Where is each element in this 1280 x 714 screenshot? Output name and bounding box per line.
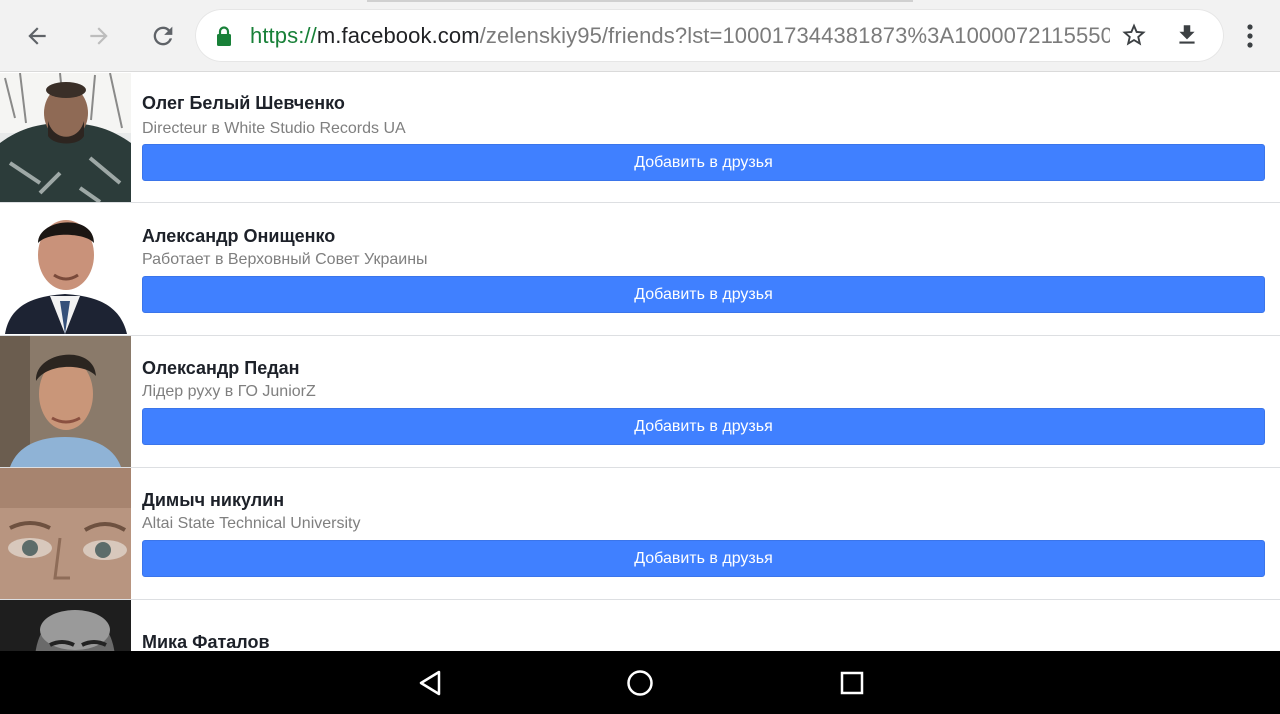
circle-home-icon (627, 670, 653, 696)
friends-list: Олег Белый Шевченко Directeur в White St… (0, 73, 1280, 651)
reload-icon (153, 26, 173, 46)
friend-name[interactable]: Мика Фаталов (142, 632, 270, 651)
friend-subtitle: Altai State Technical University (142, 515, 361, 532)
friend-subtitle: Directeur в White Studio Records UA (142, 120, 406, 137)
triangle-back-icon (419, 670, 441, 696)
friend-name[interactable]: Олександр Педан (142, 358, 300, 379)
lock-icon (217, 26, 231, 46)
list-item: Александр Онищенко Работает в Верховный … (0, 203, 1280, 336)
add-friend-button[interactable]: Добавить в друзья (142, 540, 1265, 577)
browser-toolbar: https://m.facebook.com/zelenskiy95/frien… (0, 0, 1280, 72)
friend-subtitle: Работает в Верховный Совет Украины (142, 251, 428, 268)
add-friend-button[interactable]: Добавить в друзья (142, 408, 1265, 445)
system-navigation-bar (0, 651, 1280, 714)
list-item: Димыч никулин Altai State Technical Univ… (0, 468, 1280, 600)
friend-name[interactable]: Олег Белый Шевченко (142, 93, 345, 114)
reload-button[interactable] (139, 12, 187, 60)
list-item: Олександр Педан Лідер руху в ГО JuniorZ … (0, 336, 1280, 468)
square-recents-icon (840, 671, 864, 695)
address-bar[interactable]: https://m.facebook.com/zelenskiy95/frien… (195, 9, 1224, 62)
avatar[interactable] (0, 468, 131, 599)
star-icon (1122, 23, 1146, 46)
page-load-indicator (367, 0, 913, 2)
friend-name[interactable]: Александр Онищенко (142, 226, 335, 247)
forward-button[interactable] (75, 12, 123, 60)
list-item: Олег Белый Шевченко Directeur в White St… (0, 73, 1280, 203)
avatar[interactable] (0, 203, 131, 334)
add-friend-button[interactable]: Добавить в друзья (142, 144, 1265, 181)
friend-name[interactable]: Димыч никулин (142, 490, 284, 511)
back-button[interactable] (13, 12, 61, 60)
avatar[interactable] (0, 73, 131, 202)
avatar[interactable] (0, 336, 131, 467)
arrow-left-icon (28, 27, 46, 45)
avatar[interactable] (0, 600, 131, 651)
kebab-menu-icon (1247, 24, 1253, 48)
list-item: Мика Фаталов (0, 600, 1280, 651)
friend-subtitle: Лідер руху в ГО JuniorZ (142, 383, 316, 400)
add-friend-button[interactable]: Добавить в друзья (142, 276, 1265, 313)
bookmark-button[interactable] (1110, 11, 1158, 59)
system-home-button[interactable] (616, 659, 664, 707)
system-recents-button[interactable] (828, 659, 876, 707)
system-back-button[interactable] (406, 659, 454, 707)
download-button[interactable] (1163, 11, 1211, 59)
download-icon (1179, 25, 1195, 44)
url-text: https://m.facebook.com/zelenskiy95/frien… (250, 23, 1110, 48)
menu-button[interactable] (1226, 12, 1274, 60)
arrow-right-icon (90, 27, 108, 45)
